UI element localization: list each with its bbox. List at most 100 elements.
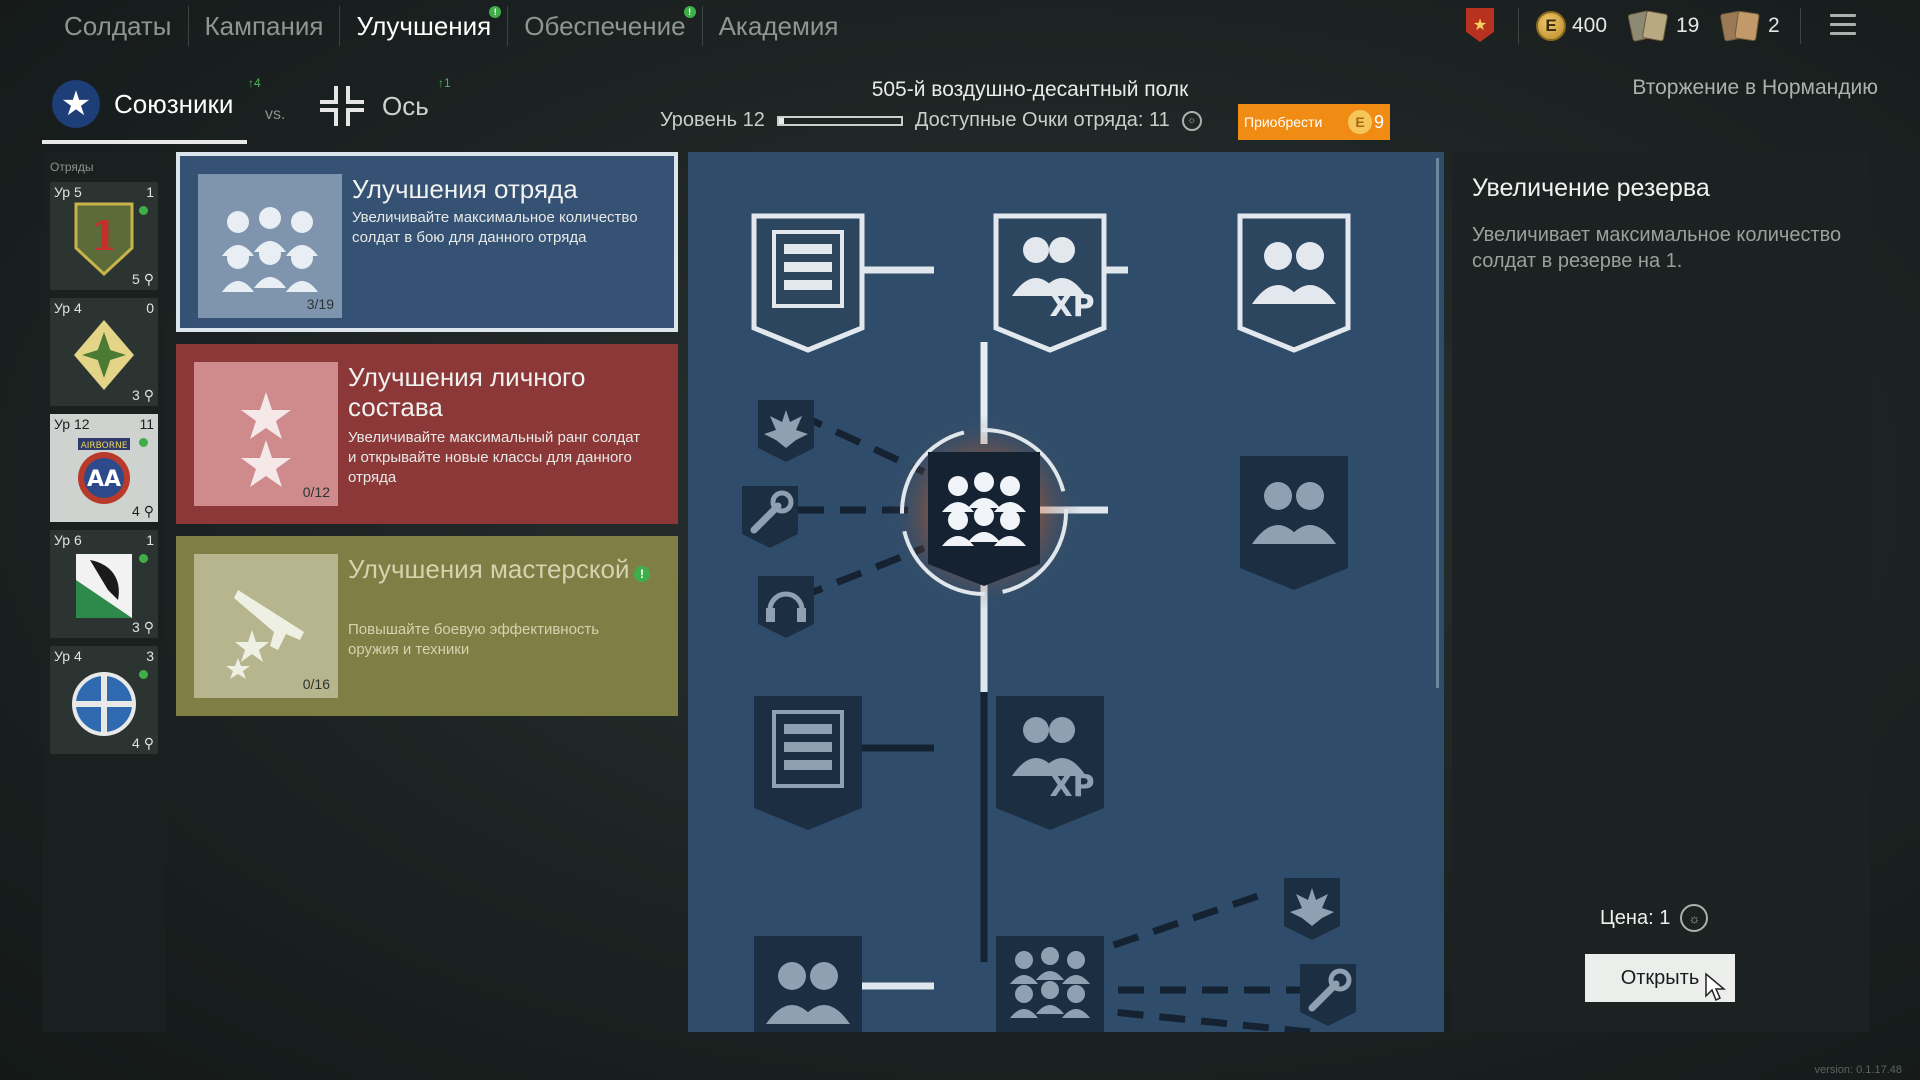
squad-soldier-count: 4 ⚲ [132, 735, 154, 751]
squad-item[interactable]: Ур 4 3 4 ⚲ [50, 646, 158, 754]
squad-soldier-count: 5 ⚲ [132, 271, 154, 287]
card-title: Улучшения мастерской [348, 554, 630, 584]
tab-label: Академия [718, 10, 839, 41]
notification-dot [139, 206, 148, 215]
silver-amount: 400 [1572, 14, 1608, 37]
weapon-orders-count: 19 [1676, 14, 1700, 37]
notification-dot [139, 670, 148, 679]
notification-dot: ! [683, 6, 696, 18]
card-progress: 0/12 [302, 484, 330, 500]
weapon-upgrade-icon: 0/16 [194, 554, 338, 698]
squad-item[interactable]: Ур 6 1 3 ⚲ [50, 530, 158, 638]
silver-currency[interactable]: E 400 [1536, 8, 1607, 44]
card-title: Улучшения личного состава [348, 362, 586, 422]
tree-node-soldiers-unlocked [1237, 213, 1351, 353]
tab-upgrades[interactable]: Улучшения! [340, 0, 507, 52]
allies-upgrade-indicator: ↑4 [248, 76, 261, 90]
tank-destroyer-emblem-icon [76, 554, 132, 618]
notification-dot: ! [489, 6, 502, 18]
buy-points-button[interactable]: Приобрести E 9 [1238, 104, 1390, 140]
soldier-orders[interactable]: 2 [1719, 8, 1780, 44]
squad-level: Ур 5 [54, 184, 82, 200]
tree-node-xp-unlocked: XP [993, 213, 1107, 353]
price-label: Цена: 1 [1600, 906, 1671, 929]
regiment-name: 505-й воздушно-десантный полк [871, 78, 1189, 101]
squad-soldiers-icon: 3/19 [198, 174, 342, 318]
rank-badge-icon[interactable]: ★ [1466, 8, 1494, 42]
squad-item[interactable]: Ур 4 0 3 ⚲ [50, 298, 158, 406]
allies-star-icon: ★ [52, 80, 100, 128]
tree-node-wrench-locked-2 [1300, 964, 1356, 1026]
level-progress-bar [776, 115, 903, 126]
tree-node-xp-locked: XP [996, 696, 1104, 830]
svg-text:AIRBORNE: AIRBORNE [81, 441, 128, 451]
squad-upgrades-card[interactable]: 3/19 Улучшения отряда Увеличивайте макси… [176, 152, 678, 332]
tab-soldiers[interactable]: Солдаты [48, 0, 188, 52]
upgrade-price: Цена: 1 ☼ [1600, 904, 1709, 932]
soldier-order-cards-icon [1719, 10, 1762, 42]
weapon-orders[interactable]: 19 [1627, 8, 1700, 44]
version-label: version: 0.1.17.48 [1814, 1064, 1902, 1076]
svg-text:XP: XP [1049, 769, 1094, 804]
divider [1800, 8, 1801, 44]
squad-level: Ур 12 [54, 416, 90, 432]
infantry-division-1-emblem-icon: 1 [74, 202, 134, 276]
squad-soldier-count: 3 ⚲ [132, 619, 154, 635]
upgrade-tree-graph: XP XP [742, 213, 1356, 1032]
svg-text:AA: AA [87, 467, 121, 492]
svg-text:1: 1 [90, 213, 118, 260]
vs-label: vs. [265, 106, 286, 123]
squads-title: Отряды [50, 160, 94, 174]
card-progress: 0/16 [302, 676, 330, 692]
squad-points: 1 [146, 532, 154, 548]
tree-scrollbar[interactable] [1436, 158, 1439, 688]
workshop-upgrades-card[interactable]: 0/16 Улучшения мастерской Повышайте боев… [176, 536, 678, 716]
notification-dot [139, 554, 148, 563]
squad-points: 1 [146, 184, 154, 200]
ivy-division-emblem-icon [74, 320, 134, 390]
level-label: Уровень 12 [660, 109, 765, 131]
detail-description: Увеличивает максимальное количество солд… [1472, 224, 1842, 272]
tab-supply[interactable]: Обеспечение! [508, 0, 701, 52]
notification-dot [139, 438, 148, 447]
card-progress: 3/19 [306, 296, 334, 312]
squad-points: 0 [146, 300, 154, 316]
squad-point-icon: ☼ [1680, 904, 1709, 932]
card-description: Повышайте боевую эффективность оружия и … [348, 621, 600, 658]
squad-points-label: Доступные Очки отряда: 11 [914, 109, 1170, 131]
tree-node-soldiers-locked [1240, 456, 1348, 590]
menu-icon[interactable] [1830, 14, 1856, 36]
top-nav: Солдаты Кампания Улучшения! Обеспечение!… [48, 0, 854, 52]
squad-item[interactable]: Ур 5 1 1 5 ⚲ [50, 182, 158, 290]
squad-soldier-count: 4 ⚲ [132, 503, 154, 519]
soldier-orders-count: 2 [1768, 14, 1780, 37]
airborne-82-emblem-icon: AIRBORNE AA [78, 438, 130, 504]
buy-price-value: 9 [1373, 111, 1384, 132]
personnel-upgrades-card[interactable]: 0/12 Улучшения личного состава Увеличива… [176, 344, 678, 524]
tab-label: Улучшения [356, 10, 492, 41]
notification-dot: ! [634, 566, 650, 582]
faction-axis[interactable]: Ось [316, 80, 429, 132]
gold-coin-icon: E [1347, 110, 1372, 134]
svg-text:XP: XP [1049, 289, 1094, 324]
weapon-order-cards-icon [1627, 10, 1670, 42]
tab-campaign[interactable]: Кампания [189, 0, 340, 52]
tree-node-explosion-locked-2 [1284, 878, 1340, 940]
tree-node-soldiers-locked-2 [754, 936, 862, 1032]
squad-point-icon: ☼ [1181, 110, 1202, 131]
tab-academy[interactable]: Академия [703, 0, 855, 52]
rank-star: ★ [1472, 17, 1488, 34]
divider [1518, 8, 1519, 44]
squad-item-selected[interactable]: Ур 12 11 AIRBORNE AA 4 ⚲ [50, 414, 158, 522]
faction-allies[interactable]: ★ Союзники [52, 80, 233, 128]
tab-label: Обеспечение [524, 10, 686, 41]
card-title: Улучшения отряда [352, 174, 578, 204]
squad-points: 11 [139, 416, 154, 432]
level-row: Уровень 12 Доступные Очки отряда: 11 ☼ [660, 109, 1202, 132]
tree-node-explosion-locked [758, 400, 814, 462]
squad-level: Ур 4 [54, 300, 82, 316]
engineer-division-emblem-icon [72, 672, 136, 736]
detail-title: Увеличение резерва [1472, 174, 1710, 202]
card-description: Увеличивайте максимальное количество сол… [352, 209, 638, 246]
campaign-name: Вторжение в Нормандию [1632, 76, 1878, 99]
